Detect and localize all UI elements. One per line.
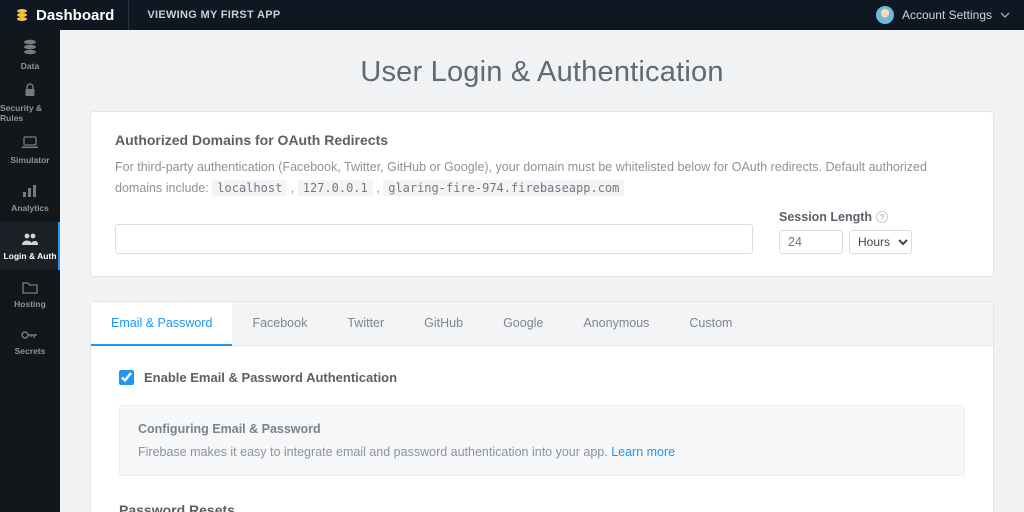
tab-anonymous[interactable]: Anonymous [563,302,669,345]
tab-custom[interactable]: Custom [669,302,752,345]
sidebar-label: Analytics [11,203,49,213]
sidebar-item-hosting[interactable]: Hosting [0,270,60,318]
avatar-icon [876,6,894,24]
tab-email-password[interactable]: Email & Password [91,302,232,346]
learn-more-link[interactable]: Learn more [611,445,675,459]
oauth-heading: Authorized Domains for OAuth Redirects [115,132,969,148]
bar-chart-icon [22,184,38,198]
sidebar-label: Hosting [14,299,46,309]
auth-provider-tabs: Email & Password Facebook Twitter GitHub… [91,302,993,346]
enable-email-password-checkbox[interactable] [119,370,134,385]
account-settings-label: Account Settings [902,8,992,22]
default-domain-localhost: localhost [212,180,287,196]
folder-icon [22,280,38,294]
configure-info-box: Configuring Email & Password Firebase ma… [119,405,965,476]
lock-icon [22,82,38,98]
tab-google[interactable]: Google [483,302,563,345]
tab-facebook[interactable]: Facebook [232,302,327,345]
enable-email-password-label: Enable Email & Password Authentication [144,370,397,385]
tab-github[interactable]: GitHub [404,302,483,345]
sidebar: Data Security & Rules Simulator Analytic… [0,30,60,512]
oauth-description: For third-party authentication (Facebook… [115,157,969,200]
sidebar-item-security[interactable]: Security & Rules [0,78,60,126]
info-box-text: Firebase makes it easy to integrate emai… [138,445,611,459]
logo-icon [14,7,30,23]
sidebar-item-secrets[interactable]: Secrets [0,318,60,366]
brand-label: Dashboard [36,7,114,24]
default-domain-127: 127.0.0.1 [298,180,373,196]
users-icon [21,232,39,246]
default-domain-firebaseapp: glaring-fire-974.firebaseapp.com [383,180,624,196]
sidebar-label: Security & Rules [0,103,60,123]
sidebar-label: Simulator [10,155,49,165]
password-resets-title: Password Resets [119,502,965,512]
session-length-label: Session Length [779,210,872,224]
sidebar-label: Login & Auth [3,251,56,261]
session-length-input[interactable] [779,230,843,254]
page-title: User Login & Authentication [60,56,1024,89]
key-icon [21,329,39,341]
chevron-down-icon [1000,10,1010,20]
account-settings-menu[interactable]: Account Settings [876,0,1024,30]
brand[interactable]: Dashboard [0,7,128,24]
sidebar-item-analytics[interactable]: Analytics [0,174,60,222]
sidebar-item-login-auth[interactable]: Login & Auth [0,222,60,270]
help-icon[interactable]: ? [876,211,888,223]
info-box-title: Configuring Email & Password [138,422,946,436]
laptop-icon [21,136,39,150]
database-icon [21,38,39,56]
app-context-crumb[interactable]: VIEWING MY FIRST APP [128,0,298,30]
session-unit-select[interactable]: Hours [849,230,912,254]
sidebar-item-simulator[interactable]: Simulator [0,126,60,174]
sidebar-item-data[interactable]: Data [0,30,60,78]
sidebar-label: Data [21,61,39,71]
tab-twitter[interactable]: Twitter [327,302,404,345]
sidebar-label: Secrets [15,346,46,356]
oauth-domain-input[interactable] [115,224,753,254]
